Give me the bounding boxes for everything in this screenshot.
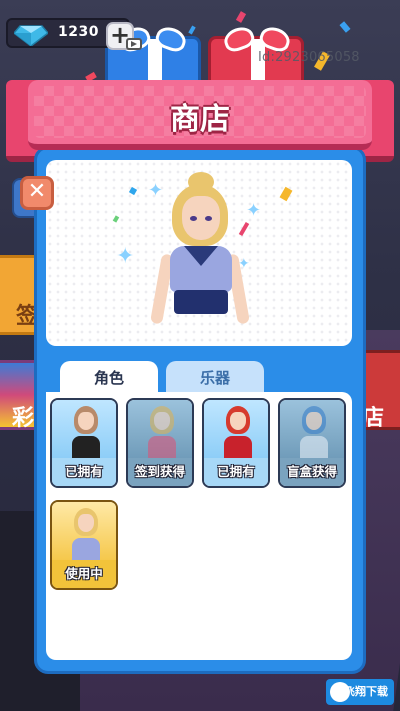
sparkle-icon: ✦ bbox=[116, 244, 135, 269]
character-status: 已拥有 bbox=[204, 458, 268, 486]
character-thumbnail bbox=[66, 406, 106, 462]
character-card[interactable]: 盲盒获得 bbox=[278, 398, 346, 488]
video-ad-icon bbox=[126, 38, 142, 50]
confetti bbox=[188, 25, 196, 35]
site-watermark: 飞翔下载 bbox=[326, 679, 394, 705]
gem-count: 1230 bbox=[58, 24, 99, 40]
character-thumbnail bbox=[218, 406, 258, 462]
close-button[interactable]: ✕ bbox=[20, 176, 54, 210]
character-card[interactable]: 签到获得 bbox=[126, 398, 194, 488]
confetti bbox=[235, 11, 247, 23]
background-label-lottery: 彩 bbox=[12, 406, 35, 431]
character-thumbnail bbox=[66, 508, 106, 564]
character-thumbnail bbox=[294, 406, 334, 462]
diamond-icon bbox=[14, 25, 48, 46]
character-card-selected[interactable]: 使用中 bbox=[50, 500, 118, 590]
selected-character-figure bbox=[150, 170, 250, 346]
character-status: 盲盒获得 bbox=[280, 458, 344, 486]
shop-banner: 商店 bbox=[28, 80, 372, 150]
character-status: 已拥有 bbox=[52, 458, 116, 486]
confetti bbox=[339, 21, 351, 33]
character-card[interactable]: 已拥有 bbox=[50, 398, 118, 488]
character-status: 使用中 bbox=[52, 560, 116, 588]
character-grid: 已拥有 签到获得 已拥有 盲盒获得 使用中 bbox=[46, 392, 352, 660]
player-id: Id:2923065058 bbox=[258, 50, 360, 65]
character-status: 签到获得 bbox=[128, 458, 192, 486]
character-thumbnail bbox=[142, 406, 182, 462]
tab-instruments[interactable]: 乐器 bbox=[166, 361, 264, 395]
character-card[interactable]: 已拥有 bbox=[202, 398, 270, 488]
shop-title: 商店 bbox=[170, 102, 230, 137]
